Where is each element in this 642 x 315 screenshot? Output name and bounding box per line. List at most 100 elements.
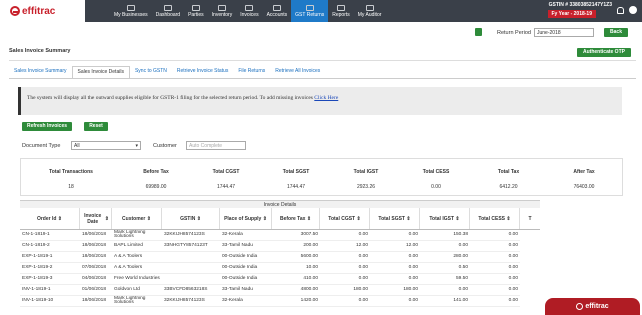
bell-icon[interactable] <box>617 7 624 14</box>
table-row[interactable]: CN-1-1819-2 18/06/2018 BAPL Limited 33NHGTY… <box>20 241 520 252</box>
col-place-of-supply[interactable]: Place of Supply ⇕ <box>220 208 272 229</box>
gst-icon <box>305 4 314 11</box>
click-here-link[interactable]: Click Here <box>314 95 338 101</box>
nav-invoices[interactable]: Invoices <box>236 0 262 22</box>
col-customer[interactable]: Customer ⇕ <box>112 208 162 229</box>
col-label: Before Tax <box>279 215 306 222</box>
table-cell: CN-1-1819-1 <box>22 231 50 237</box>
table-cell: 18/06/2018 <box>82 242 107 248</box>
back-button[interactable]: Back <box>604 28 628 37</box>
nav-reports[interactable]: Reports <box>328 0 354 22</box>
table-cell: 00-Outside India <box>222 275 258 281</box>
tab-sales-invoice-details[interactable]: Sales Invoice Details <box>71 66 130 78</box>
table-cell: 0.00 <box>508 286 518 292</box>
excel-export-icon[interactable] <box>475 28 482 36</box>
col-order-id[interactable]: Order Id ⇕ <box>20 208 80 229</box>
table-cell: 00-Outside India <box>222 253 258 259</box>
nav-dashboard[interactable]: Dashboard <box>152 0 184 22</box>
col-before-tax[interactable]: Before Tax ⇕ <box>272 208 320 229</box>
col-truncated[interactable]: T <box>520 208 540 229</box>
logo[interactable]: effitrac <box>0 0 85 22</box>
tab-file-returns[interactable]: File Returns <box>233 66 270 78</box>
nav-label: Dashboard <box>155 11 181 18</box>
brand-badge: effitrac <box>545 298 640 315</box>
table-cell: 150.38 <box>453 231 468 237</box>
return-period-select[interactable]: June-2018 <box>534 28 594 37</box>
reset-button[interactable]: Reset <box>84 122 108 131</box>
table-cell: 0.00 <box>508 242 518 248</box>
table-row[interactable]: INV-1-1819-10 18/06/2018 Mark Lightning So… <box>20 296 520 307</box>
summary-total-tax: Total Tax 6412.20 <box>471 159 546 197</box>
table-cell: 3007.50 <box>300 231 318 237</box>
summary-header: Before Tax <box>143 169 169 175</box>
table-cell: 32-Kerala <box>222 231 243 237</box>
tab-retrieve-invoice-status[interactable]: Retrieve Invoice Status <box>172 66 233 78</box>
table-cell: 33BVCFD8563218S <box>164 286 208 292</box>
col-gstin[interactable]: GSTIN ⇕ <box>162 208 220 229</box>
table-cell: 0.00 <box>508 275 518 281</box>
table-cell: 410.00 <box>303 275 318 281</box>
table-cell: Free World Industries <box>114 275 160 281</box>
summary-value: 1744.47 <box>216 184 236 190</box>
authenticate-otp-button[interactable]: Authenticate OTP <box>577 48 631 57</box>
table-cell: 141.00 <box>453 297 468 303</box>
table-cell: 0.00 <box>458 286 468 292</box>
summary-total-sgst: Total SGST 1744.47 <box>261 159 331 197</box>
col-invoice-date[interactable]: Invoice Date ⇕ <box>80 208 112 229</box>
col-label: Total IGST <box>429 215 455 222</box>
user-avatar-icon[interactable] <box>629 6 637 14</box>
col-total-sgst[interactable]: Total SGST ⇕ <box>370 208 420 229</box>
tab-sync-to-gstn[interactable]: Sync to GSTN <box>130 66 172 78</box>
col-total-cgst[interactable]: Total CGST ⇕ <box>320 208 370 229</box>
col-total-cess[interactable]: Total CESS ⇕ <box>470 208 520 229</box>
table-row[interactable]: EXP-1-1819-2 07/06/2018 A & A Toolers 00-Ou… <box>20 263 520 274</box>
summary-header: Total IGST <box>353 169 379 175</box>
table-cell: Mark Lightning Solutions <box>114 296 146 305</box>
nav-inventory[interactable]: Inventory <box>208 0 237 22</box>
fy-year-badge[interactable]: Fy Year - 2018-19 <box>547 10 596 18</box>
customer-input[interactable]: Auto Complete <box>186 141 246 150</box>
nav-label: My Auditor <box>357 11 382 18</box>
col-label: Order Id <box>36 215 57 222</box>
invoice-details-title: Invoice Details <box>20 200 540 208</box>
nav-label: GST Returns <box>295 11 325 18</box>
inventory-icon <box>217 4 226 11</box>
summary-value: 76403.00 <box>573 184 595 190</box>
table-cell: 18/06/2018 <box>82 253 107 259</box>
refresh-invoices-button[interactable]: Refresh Invoices <box>22 122 72 131</box>
table-cell: 32KKIJH8574123S <box>164 231 205 237</box>
tab-sales-invoice-summary[interactable]: Sales Invoice Summary <box>9 66 72 78</box>
table-row[interactable]: EXP-1-1819-1 18/06/2018 A & A Toolers 00-Ou… <box>20 252 520 263</box>
invoice-icon <box>245 4 254 11</box>
table-cell: INV-1-1819-1 <box>22 286 51 292</box>
summary-total-cess: Total CESS 0.00 <box>401 159 471 197</box>
summary-panel: Total Transactions 18 Before Tax 69989.00 … <box>20 158 623 196</box>
return-period-label: Return Period <box>497 30 531 36</box>
document-type-select[interactable]: All ▾ <box>71 141 141 150</box>
table-cell: 33-Tamil Nadu <box>222 286 253 292</box>
info-text: The system will display all the outward … <box>27 95 315 101</box>
nav-accounts[interactable]: Accounts <box>263 0 292 22</box>
summary-total-igst: Total IGST 2923.26 <box>331 159 401 197</box>
col-total-igst[interactable]: Total IGST ⇕ <box>420 208 470 229</box>
table-row[interactable]: EXP-1-1819-3 04/06/2018 Free World Industr… <box>20 274 520 285</box>
nav-my-auditor[interactable]: My Auditor <box>354 0 386 22</box>
summary-after-tax: After Tax 76403.00 <box>546 159 622 197</box>
table-cell: 33NHGTY8574123T <box>164 242 208 248</box>
table-cell: 0.00 <box>408 253 418 259</box>
table-cell: 5600.00 <box>300 253 318 259</box>
table-cell: 0.00 <box>358 264 368 270</box>
table-cell: Goldvon Ltd <box>114 286 140 292</box>
nav-parties[interactable]: Parties <box>184 0 208 22</box>
page-title: Sales Invoice Summary <box>9 48 71 54</box>
nav-label: Parties <box>188 11 204 18</box>
tab-retrieve-all-invoices[interactable]: Retrieve All Invoices <box>270 66 325 78</box>
tab-bar: Sales Invoice Summary Sales Invoice Deta… <box>9 66 325 78</box>
table-row[interactable]: INV-1-1819-1 01/06/2018 Goldvon Ltd 33BVCFD… <box>20 285 520 296</box>
summary-value: 18 <box>68 184 74 190</box>
table-row[interactable]: CN-1-1819-1 18/06/2018 Mark Lightning Solu… <box>20 230 520 241</box>
table-cell: EXP-1-1819-2 <box>22 264 53 270</box>
nav-gst-returns[interactable]: GST Returns <box>291 0 329 22</box>
nav-my-businesses[interactable]: My Businesses <box>110 0 152 22</box>
brand-text: effitrac <box>585 303 609 310</box>
